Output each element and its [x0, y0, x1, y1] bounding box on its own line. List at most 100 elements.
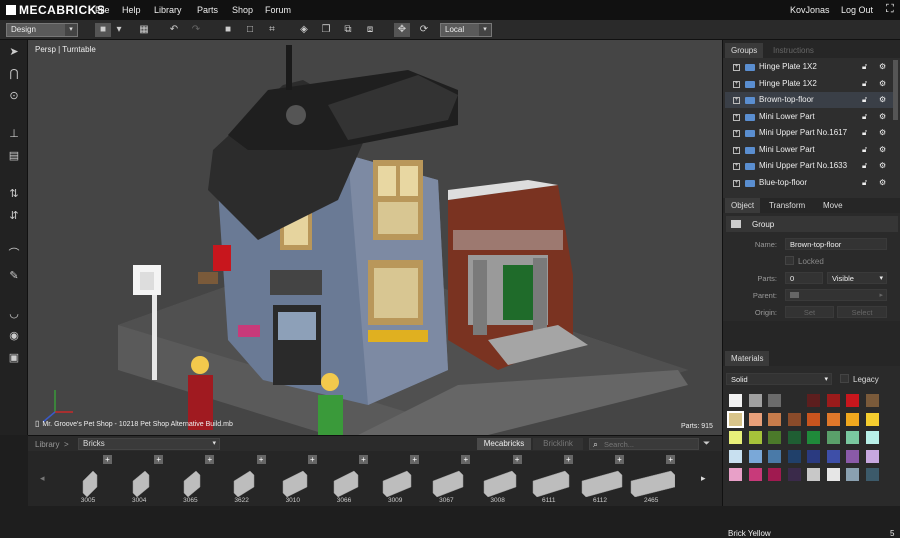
color-swatch[interactable]: [729, 468, 742, 481]
color-swatch[interactable]: [748, 468, 762, 481]
legacy-checkbox[interactable]: [840, 374, 849, 383]
tab-object[interactable]: Object: [725, 198, 761, 213]
color-swatch[interactable]: [865, 468, 879, 481]
grid-icon[interactable]: ▦: [136, 23, 152, 37]
hide-icon[interactable]: ◡: [7, 307, 21, 321]
color-swatch[interactable]: [846, 412, 859, 426]
add-brick-button[interactable]: +: [154, 455, 164, 464]
name-field[interactable]: Brown-top-floor: [785, 238, 887, 250]
color-swatch[interactable]: [729, 431, 742, 444]
rotate-icon[interactable]: ⟳: [416, 23, 432, 37]
lock-icon[interactable]: 🔓︎: [862, 76, 867, 92]
source-mecabricks-button[interactable]: Mecabricks: [477, 438, 531, 450]
align-icon[interactable]: ⇅: [7, 187, 21, 201]
add-brick-button[interactable]: +: [307, 455, 317, 464]
brick-item[interactable]: +3066: [320, 453, 368, 505]
color-swatch[interactable]: [807, 431, 820, 444]
color-swatch[interactable]: [865, 412, 879, 426]
color-swatch[interactable]: [826, 412, 840, 426]
add-brick-button[interactable]: +: [512, 455, 522, 464]
add-brick-button[interactable]: +: [461, 455, 471, 464]
color-swatch[interactable]: [787, 449, 801, 463]
color-swatch[interactable]: [846, 449, 859, 463]
lock-icon[interactable]: 🔓︎: [862, 125, 867, 141]
fullscreen-icon[interactable]: ⛶: [886, 3, 894, 16]
lock-icon[interactable]: 🔓︎: [862, 109, 867, 125]
logout-link[interactable]: Log Out: [841, 5, 873, 15]
tab-groups[interactable]: Groups: [725, 43, 764, 58]
brick-item[interactable]: +3067: [422, 453, 471, 505]
gear-icon[interactable]: ⚙: [879, 59, 886, 75]
color-swatch[interactable]: [826, 468, 840, 481]
select-box-icon[interactable]: ■: [220, 23, 236, 37]
clone-icon[interactable]: ⧉: [340, 23, 356, 37]
space-select[interactable]: Local ▾: [440, 23, 492, 37]
parent-field[interactable]: ▸: [785, 289, 887, 301]
color-swatch[interactable]: [729, 449, 742, 463]
user-name[interactable]: KovJonas: [790, 5, 830, 15]
gear-icon[interactable]: ⚙: [879, 125, 886, 141]
color-swatch[interactable]: [807, 449, 820, 463]
expand-icon[interactable]: +: [733, 130, 740, 137]
gear-icon[interactable]: ⚙: [879, 158, 886, 174]
origin-set-button[interactable]: Set: [785, 306, 834, 318]
target-icon[interactable]: ⊙: [7, 89, 21, 103]
chevron-down-icon[interactable]: ▾: [113, 23, 125, 37]
menu-help[interactable]: Help: [122, 5, 141, 15]
menu-parts[interactable]: Parts: [197, 5, 218, 15]
lock-icon[interactable]: 🔓︎: [862, 158, 867, 174]
color-swatch[interactable]: [748, 449, 762, 463]
color-swatch[interactable]: [846, 468, 859, 481]
search-box[interactable]: ⌕: [589, 438, 699, 450]
group-item[interactable]: + Mini Lower Part 🔓︎ ⚙: [725, 109, 893, 125]
color-swatch[interactable]: [865, 449, 879, 463]
group-item[interactable]: + Mini Upper Part No.1633 🔓︎ ⚙: [725, 158, 893, 174]
color-swatch[interactable]: [865, 431, 879, 444]
paint-icon[interactable]: ⊥: [7, 127, 21, 141]
pointer-icon[interactable]: ➤: [7, 45, 21, 59]
color-swatch[interactable]: [768, 394, 781, 407]
color-swatch[interactable]: [768, 431, 781, 444]
color-swatch[interactable]: [768, 449, 781, 463]
menu-library[interactable]: Library: [154, 5, 182, 15]
color-swatch[interactable]: [807, 394, 820, 407]
gear-icon[interactable]: ⚙: [879, 92, 886, 108]
groups-scrollbar[interactable]: [893, 60, 898, 120]
brush-icon[interactable]: ✎: [7, 269, 21, 283]
crop-icon[interactable]: ⌗: [264, 23, 280, 37]
color-swatch[interactable]: [865, 394, 879, 407]
add-brick-button[interactable]: +: [103, 455, 112, 464]
brick-item[interactable]: +6111: [525, 453, 573, 505]
trash-icon[interactable]: ▤: [7, 149, 21, 163]
undo-icon[interactable]: ↶: [166, 23, 182, 37]
group-item[interactable]: + Hinge Plate 1X2 🔓︎ ⚙: [725, 76, 893, 92]
menu-file[interactable]: File: [95, 5, 110, 15]
gear-icon[interactable]: ⚙: [879, 142, 886, 158]
color-swatch[interactable]: [846, 394, 859, 407]
color-swatch[interactable]: [729, 394, 742, 407]
brick-item[interactable]: +3622: [218, 453, 266, 505]
brick-item[interactable]: +6112: [576, 453, 624, 505]
add-brick-button[interactable]: +: [410, 455, 420, 464]
camera-icon[interactable]: ■: [95, 23, 111, 37]
color-swatch[interactable]: [748, 431, 762, 444]
color-swatch[interactable]: [787, 412, 801, 426]
color-swatch[interactable]: [807, 412, 820, 426]
tab-transform[interactable]: Transform: [763, 198, 811, 213]
parts-field[interactable]: 0: [785, 272, 823, 284]
app-logo[interactable]: MECABRICKS: [6, 3, 105, 17]
color-swatch[interactable]: [826, 449, 840, 463]
color-swatch[interactable]: [748, 412, 762, 426]
color-swatch[interactable]: [768, 468, 781, 481]
expand-icon[interactable]: +: [733, 179, 740, 187]
expand-icon[interactable]: +: [733, 146, 740, 154]
add-brick-button[interactable]: +: [359, 455, 368, 464]
group-item[interactable]: + Mini Upper Part No.1617 🔓︎ ⚙: [725, 125, 893, 141]
lock-icon[interactable]: 🔓︎: [862, 142, 867, 158]
material-type-select[interactable]: Solid ▾: [726, 373, 832, 385]
gear-icon[interactable]: ⚙: [879, 109, 886, 125]
copy-icon[interactable]: ❐: [318, 23, 334, 37]
color-swatch[interactable]: [727, 410, 744, 428]
gear-icon[interactable]: ⚙: [879, 175, 886, 191]
color-swatch[interactable]: [826, 394, 840, 407]
